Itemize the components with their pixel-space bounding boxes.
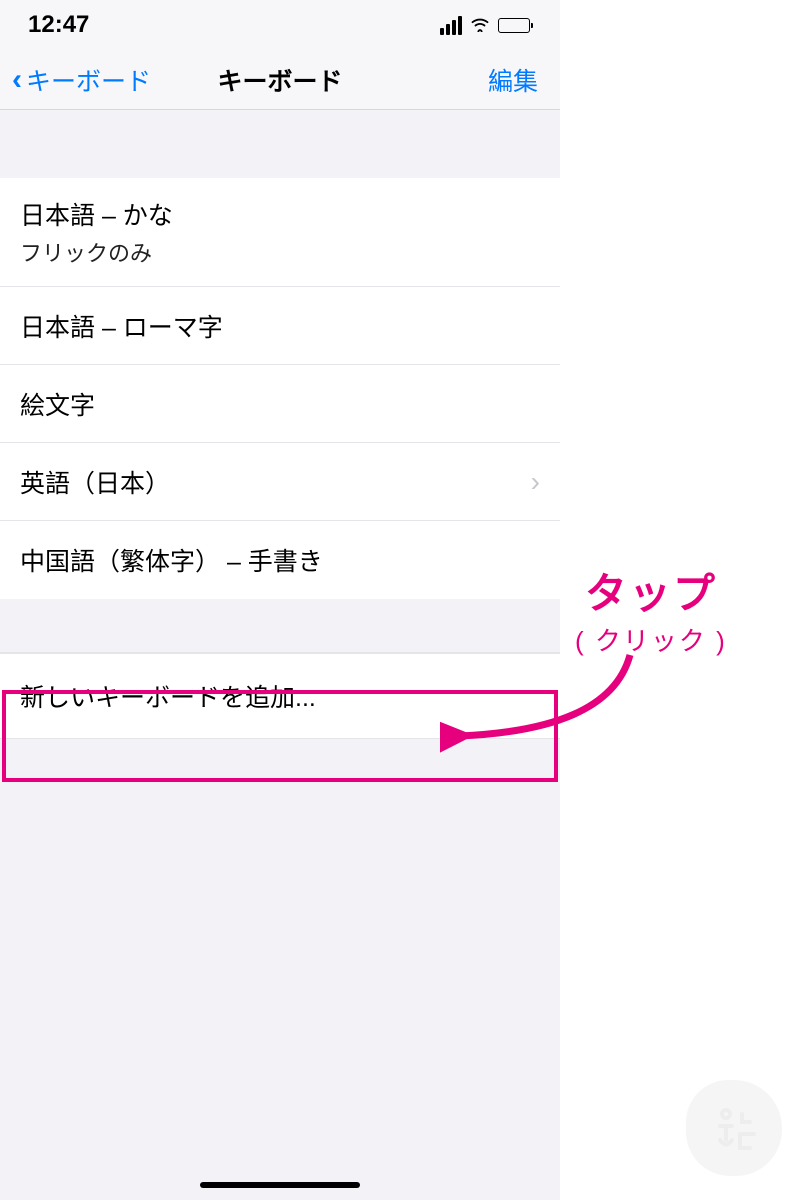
keyboard-title: 中国語（繁体字） – 手書き	[20, 542, 323, 578]
keyboard-title: 絵文字	[20, 386, 95, 422]
keyboard-row[interactable]: 日本語 – ローマ字	[0, 287, 560, 365]
annotation-sub: ( クリック )	[575, 621, 727, 658]
signal-icon	[440, 16, 462, 35]
section-spacer	[0, 110, 560, 178]
home-indicator[interactable]	[200, 1182, 360, 1188]
chevron-left-icon: ‹	[12, 63, 22, 97]
add-keyboard-label: 新しいキーボードを追加...	[20, 678, 316, 714]
status-indicators	[440, 16, 530, 35]
annotation-text: タップ ( クリック )	[575, 560, 727, 658]
back-button[interactable]: ‹ キーボード	[0, 62, 151, 98]
wifi-icon	[470, 16, 490, 35]
keyboard-row[interactable]: 絵文字	[0, 365, 560, 443]
annotation-main: タップ	[575, 560, 727, 621]
keyboard-row[interactable]: 中国語（繁体字） – 手書き	[0, 521, 560, 599]
chevron-right-icon: ›	[531, 466, 540, 498]
status-time: 12:47	[28, 11, 89, 39]
keyboard-list: 日本語 – かな フリックのみ 日本語 – ローマ字 絵文字 英語（日本） › …	[0, 178, 560, 599]
phone-screen: 12:47 ‹ キーボード キーボード 編集 日本語 – かな フリックのみ	[0, 0, 560, 1200]
battery-icon	[498, 18, 530, 33]
nav-bar: ‹ キーボード キーボード 編集	[0, 50, 560, 110]
section-gap	[0, 599, 560, 653]
back-label: キーボード	[26, 62, 151, 98]
keyboard-row[interactable]: 英語（日本） ›	[0, 443, 560, 521]
keyboard-title: 日本語 – かな	[20, 196, 173, 232]
keyboard-row[interactable]: 日本語 – かな フリックのみ	[0, 178, 560, 287]
page-title: キーボード	[217, 62, 342, 98]
status-bar: 12:47	[0, 0, 560, 50]
keyboard-subtitle: フリックのみ	[20, 236, 173, 268]
keyboard-title: 英語（日本）	[20, 464, 170, 500]
add-keyboard-button[interactable]: 新しいキーボードを追加...	[0, 653, 560, 739]
keyboard-title: 日本語 – ローマ字	[20, 308, 223, 344]
watermark-logo	[686, 1080, 782, 1176]
edit-button[interactable]: 編集	[488, 62, 538, 98]
